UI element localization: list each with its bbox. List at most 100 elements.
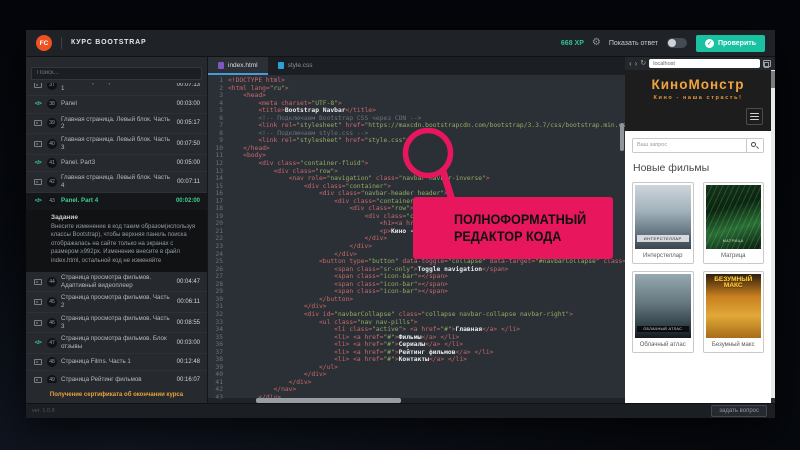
lesson-item[interactable]: 42 Главная страница. Левый блок. Часть 4… (26, 172, 207, 193)
lesson-title: Страница просмотра фильмов. Блок отзывы (61, 335, 173, 351)
code-line[interactable]: <html lang="ru"> (228, 85, 625, 93)
lesson-item[interactable]: </> 38 Panel 00:03:00 (26, 96, 207, 114)
movie-title: Матрица (706, 249, 762, 261)
top-bar: FC КУРС BOOTSTRAP 668 XP ⚙ Показать отве… (26, 30, 775, 57)
hamburger-menu-icon[interactable] (746, 108, 763, 125)
site-body: Новые фильмы ИНТЕРСТЕЛЛАР Интерстеллар М… (625, 131, 771, 404)
code-line[interactable]: <body> (228, 152, 625, 160)
lesson-item[interactable]: 40 Главная страница. Левый блок. Часть 3… (26, 134, 207, 155)
code-line[interactable]: </button> (228, 296, 625, 304)
callout-annotation: ПОЛНОФОРМАТНЫЙ РЕДАКТОР КОДА (413, 197, 613, 259)
tab-style.css[interactable]: style.css (268, 57, 323, 75)
tab-index.html[interactable]: index.html (208, 57, 268, 75)
video-lesson-icon (33, 359, 43, 365)
back-icon[interactable]: ‹ (629, 60, 632, 68)
xp-counter: 668 XP (561, 40, 584, 47)
lesson-item[interactable]: 46 Страница просмотра фильмов. Часть 3 0… (26, 313, 207, 334)
line-number: 34 (208, 326, 223, 334)
code-line[interactable]: <link rel="stylesheet" href="https://max… (228, 122, 625, 130)
code-line[interactable]: <!DOCTYPE html> (228, 77, 625, 85)
code-line[interactable]: <!-- Подключаем style.css --> (228, 130, 625, 138)
line-number: 41 (208, 379, 223, 387)
certificate-link[interactable]: Получение сертификата об окончании курса (26, 387, 207, 403)
show-answer-toggle[interactable] (667, 38, 687, 48)
line-number: 38 (208, 356, 223, 364)
gear-icon[interactable]: ⚙ (592, 38, 601, 48)
movie-card-mad-max[interactable]: БЕЗУМНЫЙ МАКС Безумный макс (703, 271, 765, 353)
code-line[interactable]: <span class="icon-bar"></span> (228, 281, 625, 289)
lesson-duration: 00:06:11 (177, 299, 200, 305)
code-line[interactable]: </ul> (228, 364, 625, 372)
line-number: 33 (208, 319, 223, 327)
code-line[interactable]: <nav role="navigation" class="navbar nav… (228, 175, 625, 183)
check-circle-icon: ✓ (705, 39, 714, 48)
code-line[interactable]: <span class="icon-bar"></span> (228, 273, 625, 281)
site-search-button[interactable] (746, 139, 763, 152)
code-line[interactable]: </head> (228, 145, 625, 153)
lesson-duration: 00:12:48 (177, 359, 200, 365)
line-number: 28 (208, 281, 223, 289)
ask-question-button[interactable]: задать вопрос (711, 405, 767, 417)
code-line[interactable]: <link rel="stylesheet" href="style.css"> (228, 137, 625, 145)
lesson-number: 40 (47, 139, 57, 149)
lesson-item[interactable]: 49 Страница Рейтинг фильмов 00:16:07 (26, 371, 207, 383)
tab-label: style.css (288, 62, 313, 69)
code-line[interactable]: </nav> (228, 386, 625, 394)
movie-card-interstellar[interactable]: ИНТЕРСТЕЛЛАР Интерстеллар (632, 182, 694, 264)
check-button[interactable]: ✓ Проверить (696, 35, 765, 52)
code-line[interactable]: <div id="navbarCollapse" class="collapse… (228, 311, 625, 319)
url-input[interactable] (649, 59, 760, 68)
lesson-search-input[interactable] (31, 67, 202, 80)
code-line[interactable]: <!-- Подключаем Bootstrap CSS через CDN … (228, 115, 625, 123)
forward-icon[interactable]: › (635, 60, 638, 68)
lesson-duration: 00:03:00 (177, 340, 200, 346)
lesson-title: Страница просмотра фильмов. Часть 3 (61, 315, 173, 331)
code-line[interactable]: <div class="container-fluid"> (228, 160, 625, 168)
responsive-view-icon[interactable] (763, 60, 771, 67)
lesson-item[interactable]: 37 Главная страница. Левый блок. Часть 1… (26, 83, 207, 97)
code-line[interactable]: <li class="active"> <a href="#">Главная<… (228, 326, 625, 334)
line-number: 22 (208, 235, 223, 243)
lesson-item[interactable]: </> 41 Panel. Part3 00:05:00 (26, 155, 207, 173)
refresh-icon[interactable]: ↻ (640, 60, 646, 68)
site-tagline: Кино - наша страсть! (630, 95, 766, 101)
code-line[interactable]: <div class="container"> (228, 183, 625, 191)
code-line[interactable]: <title>Bootstrap Navbar</title> (228, 107, 625, 115)
site-search-bar (632, 138, 764, 153)
code-line[interactable]: <li> <a href="#">Рейтинг фильмов</a> </l… (228, 349, 625, 357)
line-number: 2 (208, 85, 223, 93)
poster-text: ОБЛАЧНЫЙ АТЛАС (637, 326, 689, 332)
lesson-item[interactable]: </> 43 Panel. Part 4 00:02:00 (26, 193, 207, 211)
code-line[interactable]: <head> (228, 92, 625, 100)
code-line[interactable]: <li> <a href="#">Фильмы</a> </li> (228, 334, 625, 342)
code-line[interactable]: </div> (228, 371, 625, 379)
lesson-item[interactable]: </> 47 Страница просмотра фильмов. Блок … (26, 333, 207, 354)
code-line[interactable]: <meta charset="UTF-8"> (228, 100, 625, 108)
preview-scrollbar-thumb[interactable] (771, 71, 775, 88)
lesson-item[interactable]: 48 Страница Films. Часть 1 00:12:48 (26, 354, 207, 372)
code-task-icon: </> (33, 198, 43, 204)
code-line[interactable]: <li> <a href="#">Сериалы</a> </li> (228, 341, 625, 349)
lesson-item[interactable]: 44 Страница просмотра фильмов. Адаптивны… (26, 272, 207, 293)
vertical-scrollbar-thumb[interactable] (620, 123, 624, 151)
site-search-input[interactable] (633, 139, 746, 152)
code-task-icon: </> (33, 160, 43, 166)
line-number: 17 (208, 198, 223, 206)
preview-scrollbar[interactable] (771, 70, 775, 403)
lesson-item[interactable]: 45 Страница просмотра фильмов. Часть 2 0… (26, 292, 207, 313)
code-line[interactable]: <ul class="nav nav-pills"> (228, 319, 625, 327)
movie-card-matrix[interactable]: МАТРИЦА Матрица (703, 182, 765, 264)
code-line[interactable]: <span class="icon-bar"></span> (228, 288, 625, 296)
poster-text: БЕЗУМНЫЙ МАКС (706, 277, 762, 291)
line-number: 8 (208, 130, 223, 138)
code-line[interactable]: <span class="sr-only">Toggle navigation<… (228, 266, 625, 274)
code-line[interactable]: </div> (228, 303, 625, 311)
code-line[interactable]: <button type="button" data-toggle="colla… (228, 258, 625, 266)
movie-card-cloud-atlas[interactable]: ОБЛАЧНЫЙ АТЛАС Облачный атлас (632, 271, 694, 353)
code-line[interactable]: </div> (228, 379, 625, 387)
line-number: 30 (208, 296, 223, 304)
lesson-item[interactable]: 39 Главная страница. Левый блок. Часть 2… (26, 114, 207, 135)
course-title: КУРС BOOTSTRAP (61, 37, 146, 49)
code-line[interactable]: <li> <a href="#">Контакты</a> </li> (228, 356, 625, 364)
code-line[interactable]: <div class="row"> (228, 168, 625, 176)
